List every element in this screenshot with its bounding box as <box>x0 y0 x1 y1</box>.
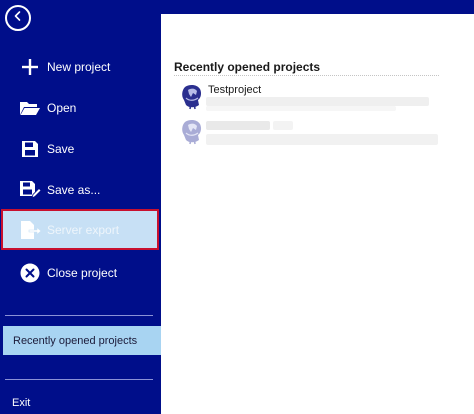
sidebar-item-recent-projects[interactable]: Recently opened projects <box>3 326 161 355</box>
exit-label: Exit <box>12 397 31 409</box>
close-project-label: Close project <box>47 266 118 280</box>
backstage-window: New project Open Save Save as... Server … <box>0 0 474 414</box>
redacted-name <box>273 121 293 130</box>
top-band <box>161 0 474 14</box>
exit-button[interactable]: Exit <box>12 397 30 409</box>
close-circle-icon <box>19 262 41 284</box>
floppy-disk-icon <box>19 138 41 160</box>
redacted-path <box>206 134 438 145</box>
server-export-button[interactable]: Server export <box>1 209 159 250</box>
section-title: Recently opened projects <box>174 60 321 74</box>
recent-project-item[interactable]: Testproject <box>179 83 449 113</box>
close-project-button[interactable]: Close project <box>0 253 161 293</box>
chevron-left-icon <box>12 9 24 27</box>
redacted-path <box>206 106 396 111</box>
main-panel: Recently opened projects Testproject <box>161 14 474 414</box>
server-export-label: Server export <box>47 222 120 237</box>
back-button[interactable] <box>5 5 31 31</box>
save-button[interactable]: Save <box>0 129 161 169</box>
redacted-path <box>206 97 429 106</box>
sidebar-divider <box>5 315 153 316</box>
project-file-icon <box>179 118 205 146</box>
project-file-icon <box>179 83 205 111</box>
open-button[interactable]: Open <box>0 88 161 128</box>
save-as-button[interactable]: Save as... <box>0 170 161 210</box>
floppy-disk-pencil-icon <box>19 179 41 201</box>
open-label: Open <box>47 101 77 115</box>
server-export-icon <box>19 219 41 241</box>
new-project-button[interactable]: New project <box>0 47 161 87</box>
save-label: Save <box>47 142 75 156</box>
recent-projects-nav-label: Recently opened projects <box>13 334 138 347</box>
save-as-label: Save as... <box>47 183 101 197</box>
folder-open-icon <box>19 97 41 119</box>
sidebar-divider <box>5 379 153 380</box>
redacted-name <box>206 121 270 130</box>
recent-project-name: Testproject <box>208 84 262 96</box>
new-project-label: New project <box>47 60 111 74</box>
sidebar: New project Open Save Save as... Server … <box>0 0 161 414</box>
plus-icon <box>19 56 41 78</box>
recent-project-item[interactable] <box>179 118 449 148</box>
section-divider <box>174 75 439 76</box>
